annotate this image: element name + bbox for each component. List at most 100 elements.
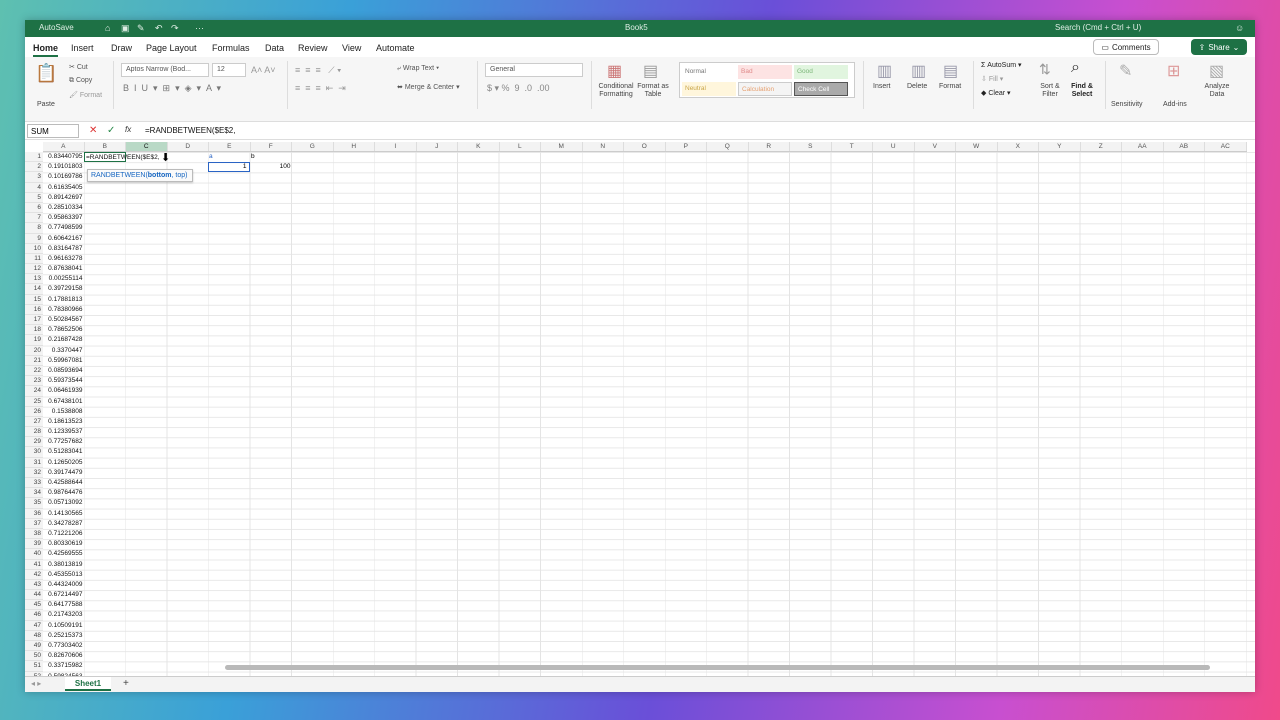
- cell-a[interactable]: 0.59373544: [43, 376, 85, 386]
- row-header[interactable]: 30: [25, 447, 43, 458]
- column-header[interactable]: F: [251, 142, 292, 151]
- row-header[interactable]: 4: [25, 182, 43, 193]
- row-header[interactable]: 41: [25, 559, 43, 570]
- row-header[interactable]: 26: [25, 406, 43, 417]
- row-header[interactable]: 47: [25, 620, 43, 631]
- row-header[interactable]: 5: [25, 192, 43, 203]
- column-header[interactable]: A: [43, 142, 85, 151]
- row-header[interactable]: 44: [25, 590, 43, 601]
- font-size-icons[interactable]: A˄ A˅: [251, 65, 276, 75]
- row-header[interactable]: 49: [25, 641, 43, 652]
- cell-a[interactable]: 0.59967081: [43, 356, 85, 366]
- tab-formulas[interactable]: Formulas: [212, 43, 250, 53]
- cell-a[interactable]: 0.34278287: [43, 519, 85, 529]
- column-header[interactable]: M: [541, 142, 583, 151]
- column-header[interactable]: K: [458, 142, 500, 151]
- tab-page-layout[interactable]: Page Layout: [146, 43, 197, 53]
- cell-a[interactable]: 0.21743203: [43, 610, 85, 620]
- cell-a[interactable]: 0.39174479: [43, 468, 85, 478]
- cell-a[interactable]: 0.05713092: [43, 498, 85, 508]
- cell-a[interactable]: 0.42588644: [43, 478, 85, 488]
- cell-a[interactable]: 0.12339537: [43, 427, 85, 437]
- row-header[interactable]: 9: [25, 233, 43, 244]
- clear-button[interactable]: ◆ Clear ▾: [981, 89, 1011, 97]
- cut-button[interactable]: ✂ Cut: [69, 63, 88, 71]
- insert-cells-label[interactable]: Insert: [873, 83, 891, 91]
- row-header[interactable]: 17: [25, 315, 43, 326]
- format-as-table-label[interactable]: Format as Table: [637, 83, 669, 99]
- save-icon[interactable]: ▣: [121, 23, 130, 34]
- more-icon[interactable]: ···: [195, 23, 204, 33]
- row-header[interactable]: 16: [25, 304, 43, 315]
- cell-a[interactable]: 0.44324009: [43, 580, 85, 590]
- style-normal[interactable]: Normal: [682, 65, 736, 79]
- cell-a[interactable]: 0.06461939: [43, 386, 85, 396]
- cell-a[interactable]: 0.71221206: [43, 529, 85, 539]
- row-header[interactable]: 25: [25, 396, 43, 407]
- cell-a[interactable]: 0.77303402: [43, 641, 85, 651]
- cell-a[interactable]: 0.82670606: [43, 651, 85, 661]
- column-header[interactable]: L: [500, 142, 541, 151]
- row-header[interactable]: 51: [25, 661, 43, 672]
- enter-icon[interactable]: ✓: [107, 125, 115, 136]
- cell-a[interactable]: 0.77498599: [43, 223, 85, 233]
- cell-e2[interactable]: 1: [208, 162, 250, 173]
- cell-a[interactable]: 0.96163278: [43, 254, 85, 264]
- style-good[interactable]: Good: [794, 65, 848, 79]
- row-header[interactable]: 42: [25, 569, 43, 580]
- cell-a[interactable]: 0.50284567: [43, 315, 85, 325]
- cell-a[interactable]: 0.33715982: [43, 661, 85, 671]
- share-button[interactable]: ⇪ Share ⌄: [1191, 39, 1247, 55]
- sensitivity-label[interactable]: Sensitivity: [1111, 101, 1143, 109]
- column-header[interactable]: J: [417, 142, 458, 151]
- account-icon[interactable]: ☺: [1235, 23, 1244, 33]
- cell-a[interactable]: 0.80330619: [43, 539, 85, 549]
- row-header[interactable]: 33: [25, 478, 43, 489]
- autosum-button[interactable]: Σ AutoSum ▾: [981, 61, 1022, 69]
- style-check-cell[interactable]: Check Cell: [794, 82, 848, 96]
- tab-review[interactable]: Review: [298, 43, 328, 53]
- row-header[interactable]: 18: [25, 325, 43, 336]
- formula-input[interactable]: =RANDBETWEEN($E$2,: [145, 126, 235, 135]
- column-header[interactable]: I: [375, 142, 417, 151]
- tab-data[interactable]: Data: [265, 43, 284, 53]
- column-header[interactable]: T: [832, 142, 873, 151]
- cell-a[interactable]: 0.78652506: [43, 325, 85, 335]
- row-header[interactable]: 13: [25, 274, 43, 285]
- edit-icon[interactable]: ✎: [137, 23, 145, 34]
- tab-draw[interactable]: Draw: [111, 43, 132, 53]
- column-header[interactable]: P: [666, 142, 707, 151]
- column-header[interactable]: Y: [1039, 142, 1081, 151]
- cell-a[interactable]: 0.87638041: [43, 264, 85, 274]
- row-header[interactable]: 3: [25, 172, 43, 183]
- row-header[interactable]: 48: [25, 630, 43, 641]
- align-icons[interactable]: ≡ ≡ ≡ ⇤ ⇥: [295, 83, 346, 94]
- cell-a[interactable]: 0.39729158: [43, 284, 85, 294]
- font-size-select[interactable]: 12: [212, 63, 246, 77]
- function-tooltip[interactable]: RANDBETWEEN(bottom, top): [87, 169, 193, 182]
- row-header[interactable]: 27: [25, 416, 43, 428]
- row-header[interactable]: 36: [25, 508, 43, 519]
- tab-insert[interactable]: Insert: [71, 43, 94, 53]
- cell-a[interactable]: 0.21687428: [43, 335, 85, 345]
- home-icon[interactable]: ⌂: [105, 23, 110, 33]
- horizontal-scrollbar[interactable]: [225, 665, 1210, 670]
- cell-a[interactable]: 0.1538808: [43, 407, 85, 417]
- column-header[interactable]: X: [998, 142, 1039, 151]
- analyze-data-label[interactable]: Analyze Data: [1203, 83, 1231, 99]
- cell-a[interactable]: 0.51283041: [43, 447, 85, 457]
- delete-cells-label[interactable]: Delete: [907, 83, 927, 91]
- worksheet-grid[interactable]: A B C D E F G H I J K L M N O P Q R S T U V W X Y Z AA AB AC 1234567…: [25, 142, 1255, 676]
- row-header[interactable]: 37: [25, 518, 43, 529]
- search-icon[interactable]: ⌕: [1071, 59, 1080, 77]
- row-header[interactable]: 21: [25, 355, 43, 366]
- undo-icon[interactable]: ↶: [155, 23, 163, 34]
- column-header[interactable]: U: [873, 142, 915, 151]
- font-name-select[interactable]: Aptos Narrow (Bod...: [121, 63, 209, 77]
- column-header[interactable]: R: [749, 142, 790, 151]
- row-header[interactable]: 2: [25, 162, 43, 173]
- number-format-icons[interactable]: $ ▾ % 9 .0 .00: [487, 83, 550, 94]
- fx-icon[interactable]: fx: [125, 125, 131, 134]
- conditional-formatting-label[interactable]: Conditional Formatting: [595, 83, 637, 99]
- cell-grid[interactable]: [43, 152, 1255, 676]
